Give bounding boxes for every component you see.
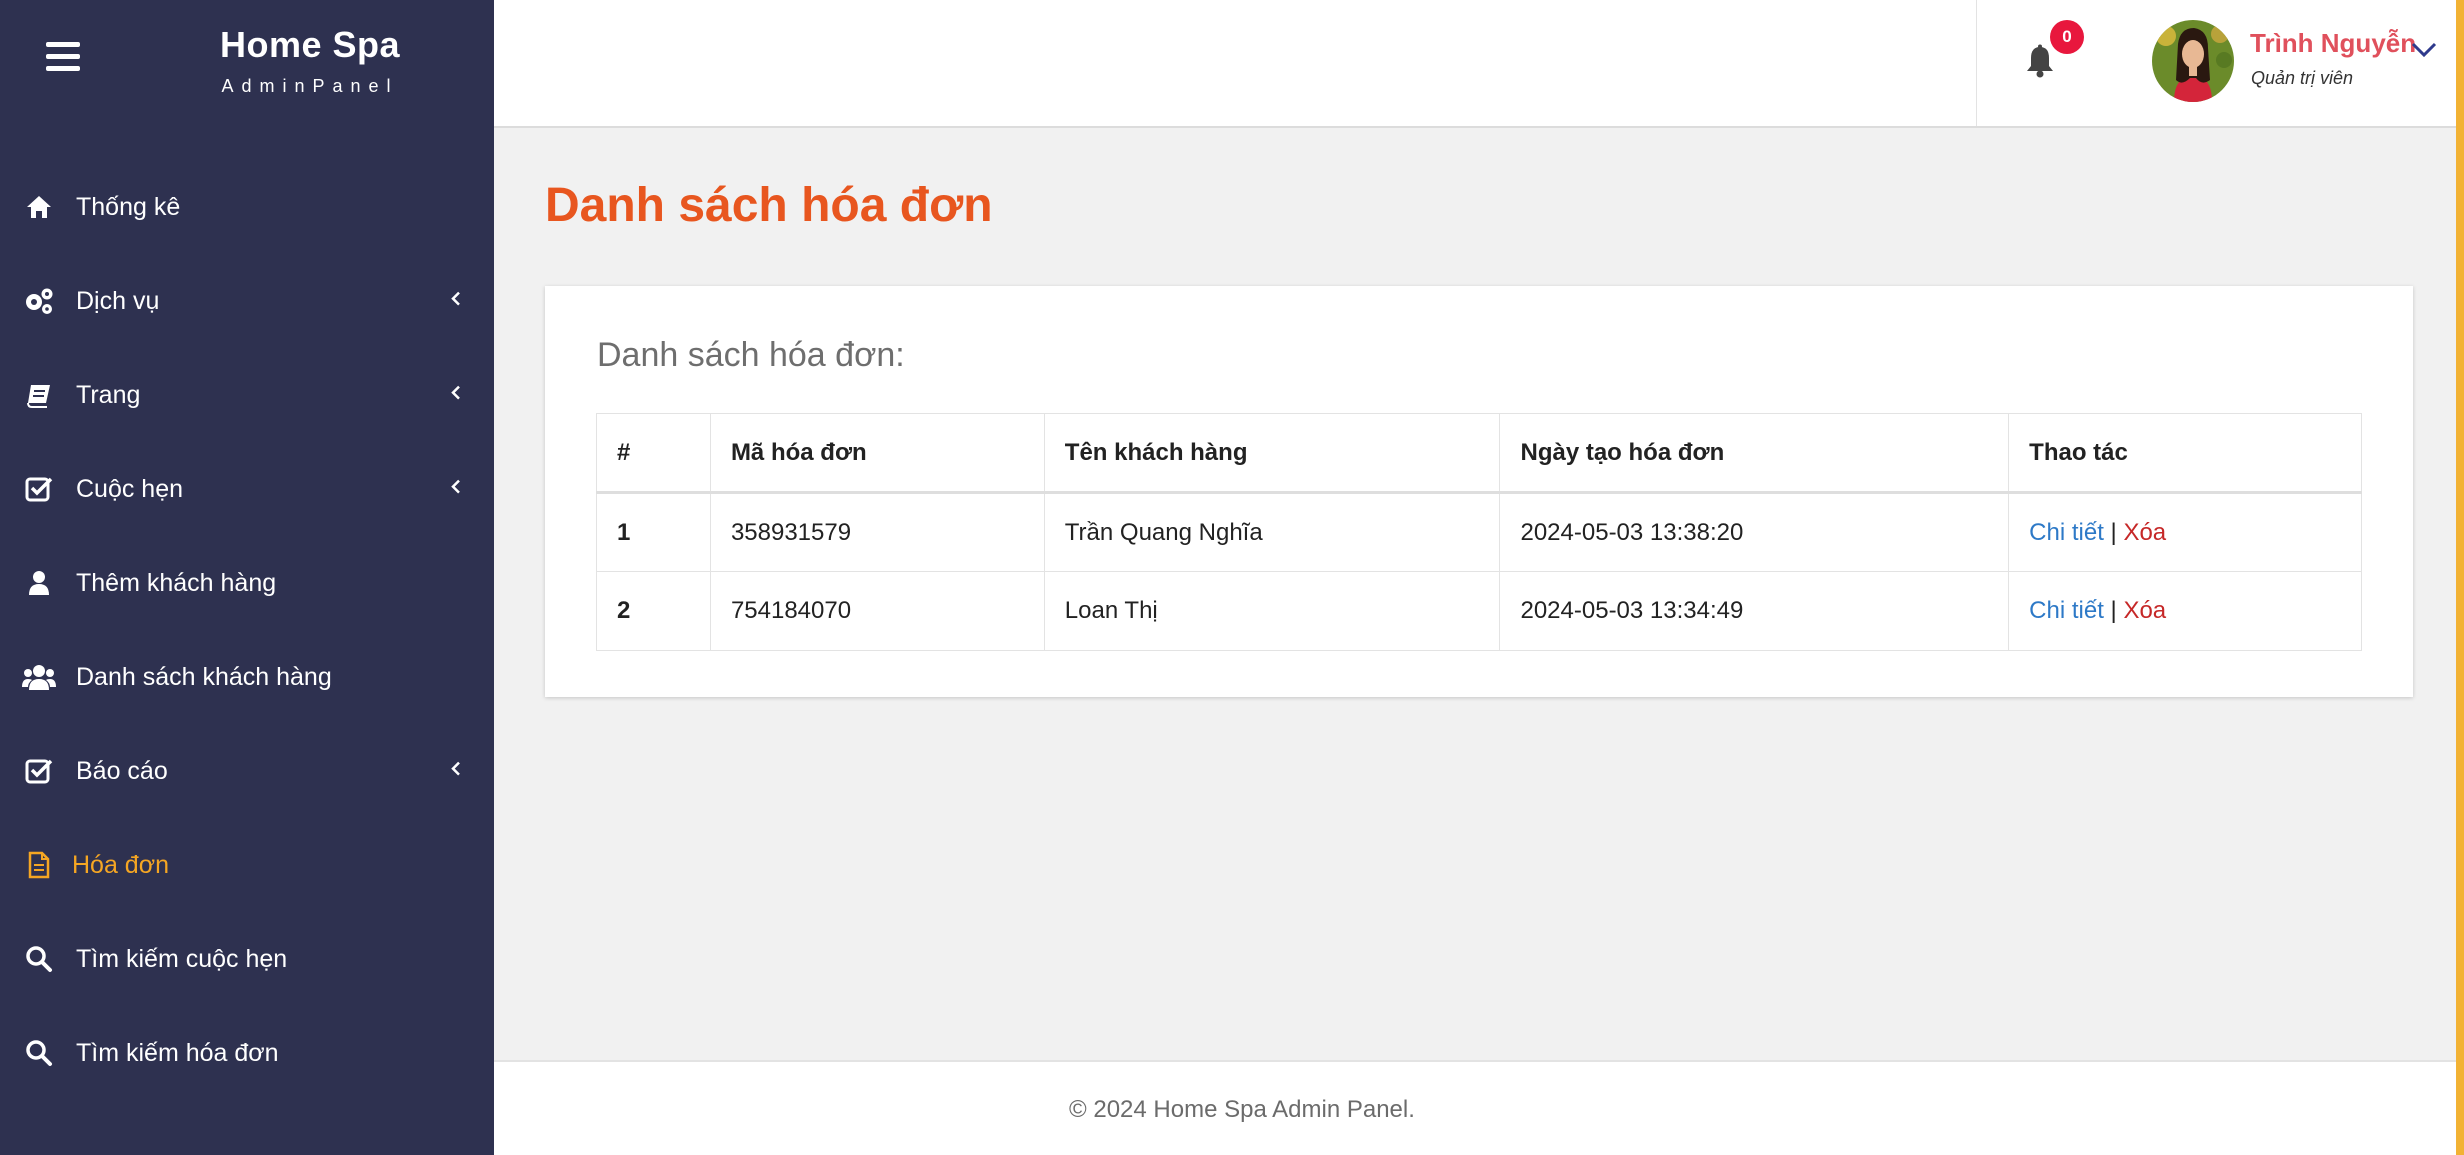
table-row: 2 754184070 Loan Thị 2024-05-03 13:34:49… (596, 571, 2362, 651)
chevron-left-icon (444, 381, 468, 405)
sidebar-item-label: Danh sách khách hàng (76, 662, 332, 691)
chevron-left-icon (444, 287, 468, 311)
created-date: 2024-05-03 13:38:20 (1499, 492, 2010, 572)
chevron-down-icon[interactable] (2410, 40, 2442, 72)
chevron-left-icon (444, 475, 468, 499)
delete-link[interactable]: Xóa (2123, 519, 2166, 546)
column-header: Thao tác (2008, 413, 2362, 494)
check-square-icon (22, 754, 56, 788)
chevron-left-icon (444, 757, 468, 781)
row-actions: Chi tiết | Xóa (2008, 492, 2362, 572)
table-row: 1 358931579 Trần Quang Nghĩa 2024-05-03 … (596, 492, 2362, 572)
page-title: Danh sách hóa đơn (545, 179, 993, 232)
column-header: Tên khách hàng (1043, 413, 1501, 494)
avatar[interactable] (2152, 20, 2234, 102)
column-header: Ngày tạo hóa đơn (1499, 413, 2010, 494)
action-separator: | (2110, 597, 2117, 624)
column-header: Mã hóa đơn (709, 413, 1045, 494)
menu-toggle-icon[interactable] (46, 42, 80, 72)
card-title: Danh sách hóa đơn: (597, 336, 905, 374)
detail-link[interactable]: Chi tiết (2029, 519, 2104, 546)
page-edge-strip (2456, 0, 2464, 1155)
sidebar-item-label: Báo cáo (76, 756, 168, 785)
sidebar-item-label: Thống kê (76, 192, 181, 221)
brand-subtitle: AdminPanel (221, 76, 399, 96)
invoice-table: # Mã hóa đơn Tên khách hàng Ngày tạo hóa… (596, 413, 2362, 651)
detail-link[interactable]: Chi tiết (2029, 597, 2104, 624)
sidebar: Home Spa AdminPanel Thống kê Dịch vụ Tra… (0, 0, 494, 1155)
users-icon (22, 660, 56, 694)
sidebar-item-dich-vu[interactable]: Dịch vụ (0, 254, 494, 348)
app-root: Home Spa AdminPanel Thống kê Dịch vụ Tra… (0, 0, 2464, 1155)
book-icon (22, 378, 56, 412)
sidebar-item-cuoc-hen[interactable]: Cuộc hẹn (0, 442, 494, 536)
sidebar-item-them-khach-hang[interactable]: Thêm khách hàng (0, 536, 494, 630)
search-icon (22, 1036, 56, 1070)
user-name[interactable]: Trình Nguyễn (2250, 28, 2416, 59)
sidebar-item-danh-sach-khach-hang[interactable]: Danh sách khách hàng (0, 630, 494, 724)
user-role: Quản trị viên (2251, 68, 2354, 88)
gears-icon (22, 284, 56, 318)
row-actions: Chi tiết | Xóa (2008, 571, 2362, 651)
sidebar-item-trang[interactable]: Trang (0, 348, 494, 442)
created-date: 2024-05-03 13:34:49 (1499, 571, 2010, 651)
sidebar-item-label: Tìm kiếm hóa đơn (76, 1038, 279, 1067)
sidebar-item-hoa-don[interactable]: Hóa đơn (0, 818, 494, 912)
sidebar-item-label: Hóa đơn (72, 850, 170, 879)
invoice-code: 754184070 (709, 571, 1045, 651)
invoice-code: 358931579 (709, 492, 1045, 572)
sidebar-item-label: Tìm kiếm cuộc hẹn (76, 944, 288, 973)
brand-title: Home Spa (219, 24, 401, 65)
sidebar-item-label: Cuộc hẹn (76, 474, 184, 503)
sidebar-item-label: Dịch vụ (76, 286, 160, 315)
row-index: 2 (596, 571, 711, 651)
customer-name: Trần Quang Nghĩa (1043, 492, 1501, 572)
sidebar-item-tim-kiem-hoa-don[interactable]: Tìm kiếm hóa đơn (0, 1006, 494, 1100)
topbar: 0 Trình Nguyễn Quản trị viên (494, 0, 2456, 128)
sidebar-item-tim-kiem-cuoc-hen[interactable]: Tìm kiếm cuộc hẹn (0, 912, 494, 1006)
sidebar-item-label: Thêm khách hàng (76, 568, 277, 597)
row-index: 1 (596, 492, 711, 572)
action-separator: | (2110, 518, 2117, 546)
invoice-card: Danh sách hóa đơn: # Mã hóa đơn Tên khác… (545, 286, 2413, 697)
topbar-divider (1976, 0, 1977, 126)
sidebar-item-thong-ke[interactable]: Thống kê (0, 160, 494, 254)
notification-badge: 0 (2050, 20, 2084, 54)
sidebar-item-label: Trang (76, 380, 141, 409)
footer-copyright: © 2024 Home Spa Admin Panel. (1069, 1096, 1415, 1123)
brand: Home Spa AdminPanel (190, 24, 430, 97)
table-header-row: # Mã hóa đơn Tên khách hàng Ngày tạo hóa… (596, 413, 2362, 494)
column-header: # (596, 413, 711, 494)
customer-name: Loan Thị (1043, 571, 1501, 651)
file-icon (22, 848, 56, 882)
check-square-icon (22, 472, 56, 506)
sidebar-item-bao-cao[interactable]: Báo cáo (0, 724, 494, 818)
search-icon (22, 942, 56, 976)
home-icon (22, 190, 56, 224)
footer: © 2024 Home Spa Admin Panel. (494, 1060, 2456, 1155)
user-icon (22, 566, 56, 600)
delete-link[interactable]: Xóa (2123, 597, 2166, 624)
